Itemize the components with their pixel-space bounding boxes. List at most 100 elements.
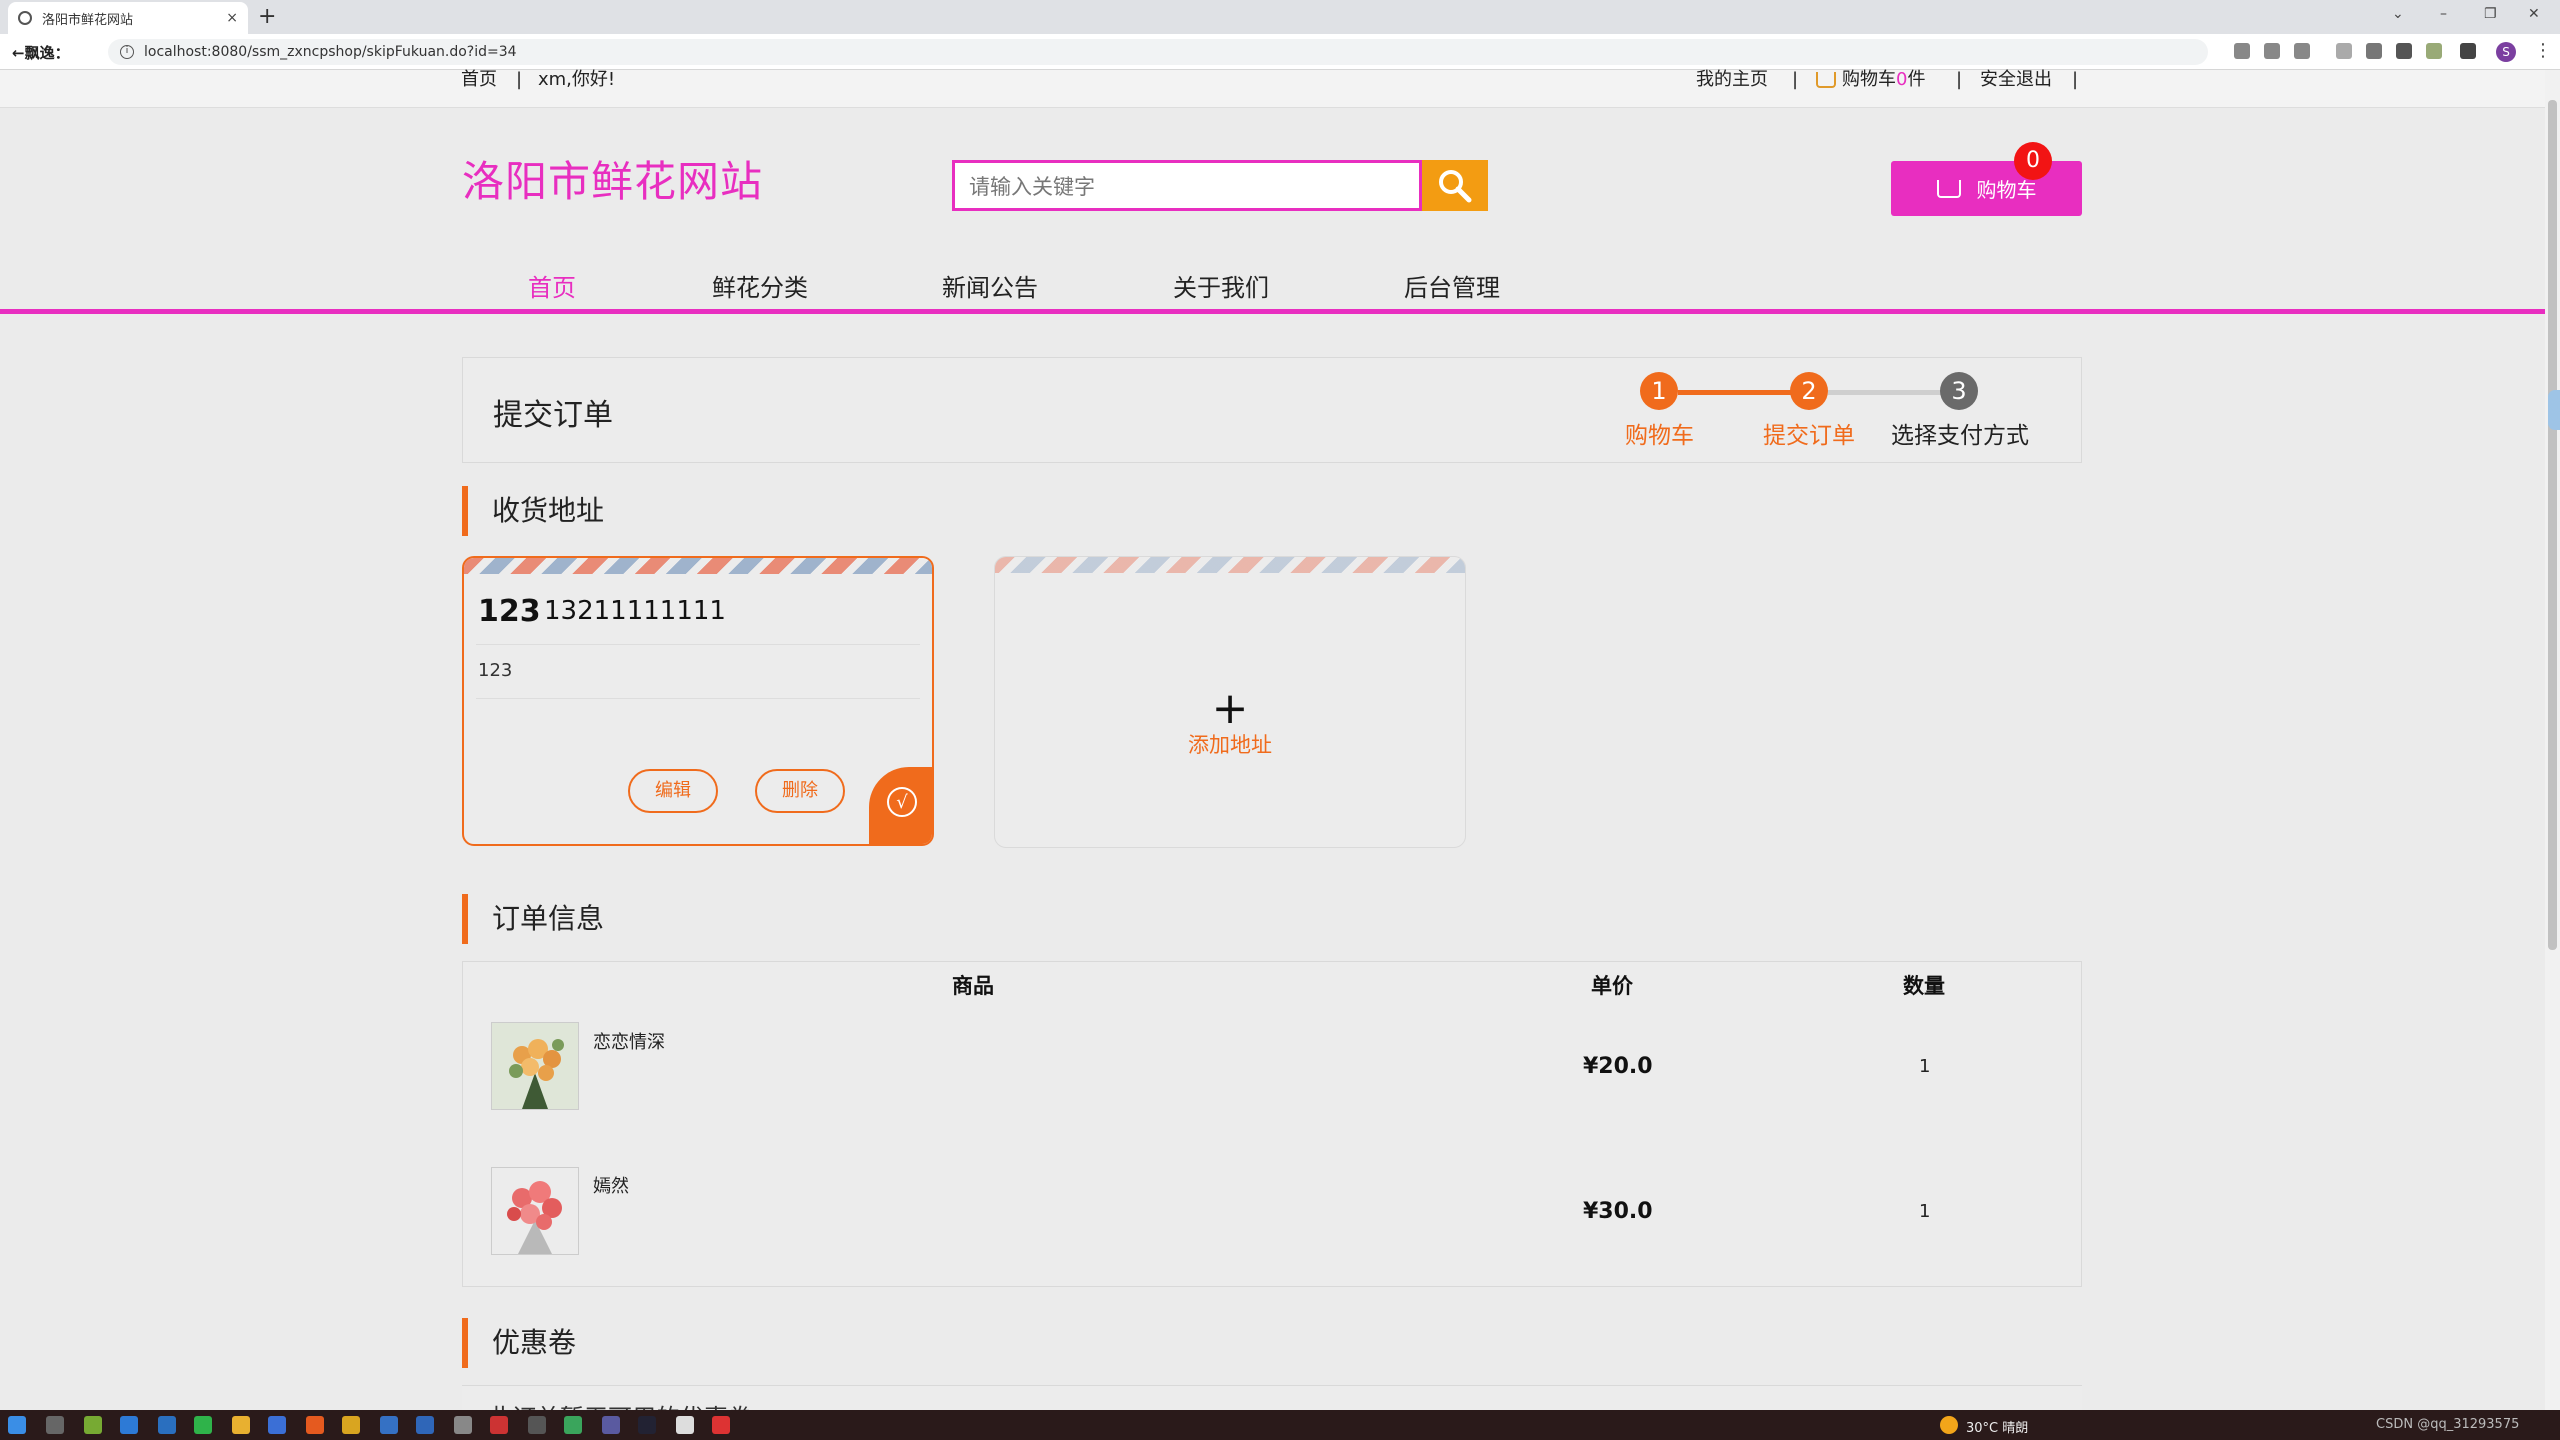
column-header-price: 单价 [1591,974,1633,998]
taskbar-app-icon[interactable] [638,1416,656,1434]
topbar-home-link[interactable]: 首页 [461,70,497,90]
search-button[interactable] [1422,160,1488,211]
zoom-icon[interactable] [2234,43,2250,59]
url-text: localhost:8080/ssm_zxncpshop/skipFukuan.… [144,44,517,60]
chrome-icon[interactable] [232,1416,250,1434]
site-topbar: 首页 | xm,你好! 我的主页 | 购物车0件 | 安全退出 | [0,70,2545,108]
nav-item-news[interactable]: 新闻公告 [942,268,1038,303]
product-price: ¥30.0 [1583,1199,1653,1224]
side-widget-handle[interactable] [2548,390,2560,430]
taskbar-app-icon[interactable] [528,1416,546,1434]
add-address-card[interactable]: + 添加地址 [994,556,1466,848]
order-section-title: 订单信息 [462,894,604,944]
taskbar-app-icon[interactable] [564,1416,582,1434]
column-header-qty: 数量 [1903,974,1945,998]
page-title: 提交订单 [493,398,613,433]
browser-menu-icon[interactable]: ⋮ [2534,40,2552,61]
scrollbar-thumb[interactable] [2548,100,2557,950]
extension-image-icon[interactable] [2426,43,2442,59]
back-button[interactable]: ←飘逸： [12,42,70,63]
file-explorer-icon[interactable] [342,1416,360,1434]
camera-icon[interactable] [2366,43,2382,59]
topbar-separator: | [1956,69,1963,90]
step-1-dot: 1 [1640,372,1678,410]
product-qty: 1 [1919,1201,1931,1222]
step-3-label: 选择支付方式 [1891,423,2029,449]
plus-icon: + [1211,683,1249,734]
add-address-label: 添加地址 [1188,733,1272,757]
step-2-label: 提交订单 [1763,423,1855,449]
site-logo[interactable]: 洛阳市鲜花网站 [462,148,763,209]
weather-text[interactable]: 30°C 晴朗 [1966,1417,2028,1436]
minimize-icon[interactable]: – [2440,6,2447,22]
extension-w-icon[interactable] [2396,43,2412,59]
puzzle-icon[interactable] [2460,43,2476,59]
taskbar-app-icon[interactable] [120,1416,138,1434]
topbar-separator: | [1792,69,1799,90]
product-qty: 1 [1919,1056,1931,1077]
windows-start-icon[interactable] [8,1416,26,1434]
info-icon[interactable]: i [120,45,134,59]
restore-icon[interactable]: ❐ [2484,6,2497,22]
taskbar-app-icon[interactable] [416,1416,434,1434]
taskbar-app-icon[interactable] [84,1416,102,1434]
address-section-title: 收货地址 [462,486,604,536]
share-icon[interactable] [2264,43,2280,59]
product-name[interactable]: 嫣然 [593,1172,629,1198]
product-image[interactable] [491,1167,579,1255]
topbar-my-home-link[interactable]: 我的主页 [1696,70,1768,90]
taskbar-app-icon[interactable] [676,1416,694,1434]
tab-search-icon[interactable]: ⌄ [2392,6,2404,22]
delete-address-button[interactable]: 删除 [755,769,845,813]
order-table: 商品 单价 数量 恋恋情深 ¥20.0 1 嫣然 ¥30.0 1 [462,961,2082,1287]
page-scrollbar[interactable] [2545,70,2560,1410]
topbar-greeting: xm,你好! [538,69,616,90]
taskbar-app-icon[interactable] [306,1416,324,1434]
check-icon: √ [887,787,917,817]
profile-avatar[interactable]: S [2496,42,2516,62]
wechat-icon[interactable] [194,1416,212,1434]
product-image[interactable] [491,1022,579,1110]
nav-item-admin[interactable]: 后台管理 [1404,268,1500,303]
tab-title: 洛阳市鲜花网站 [42,12,134,28]
topbar-cart-count: 0 [1896,69,1908,90]
topbar-cart-prefix: 购物车 [1842,69,1896,90]
nav-item-categories[interactable]: 鲜花分类 [712,268,808,303]
extension-icon[interactable] [2336,43,2352,59]
product-name[interactable]: 恋恋情深 [593,1028,665,1054]
taskbar-search-icon[interactable] [46,1416,64,1434]
address-name: 123 [478,594,541,629]
selected-corner: √ [869,767,932,844]
taskbar-app-icon[interactable] [158,1416,176,1434]
airmail-stripes [464,558,932,574]
taskbar-app-icon[interactable] [454,1416,472,1434]
flower-bouquet-image [492,1168,578,1254]
topbar-logout-link[interactable]: 安全退出 [1980,70,2052,90]
nav-item-home[interactable]: 首页 [528,268,576,303]
new-tab-button[interactable]: + [258,4,276,29]
address-bar[interactable]: i localhost:8080/ssm_zxncpshop/skipFukua… [108,39,2208,65]
topbar-cart-link[interactable]: 购物车0件 [1816,70,1925,90]
cart-icon [1936,179,1961,198]
bookmark-star-icon[interactable] [2294,43,2310,59]
cart-button[interactable]: 购物车 [1891,161,2082,216]
edit-address-button[interactable]: 编辑 [628,769,718,813]
cart-icon [1816,72,1836,88]
airmail-stripes [995,557,1465,573]
browser-tab[interactable]: 洛阳市鲜花网站 × [8,2,248,34]
taskbar-app-icon[interactable] [268,1416,286,1434]
taskbar-app-icon[interactable] [712,1416,730,1434]
window-close-icon[interactable]: ✕ [2528,6,2540,22]
taskbar-app-icon[interactable] [602,1416,620,1434]
address-card-selected[interactable]: 123 13211111111 123 编辑 删除 √ [462,556,934,846]
weather-sun-icon [1940,1416,1958,1434]
address-detail: 123 [478,660,513,681]
tab-close-icon[interactable]: × [226,10,238,26]
taskbar-app-icon[interactable] [490,1416,508,1434]
search-placeholder: 请输入关键字 [969,174,1095,199]
nav-item-about[interactable]: 关于我们 [1173,268,1269,303]
browser-tabbar: 洛阳市鲜花网站 × + ⌄ – ❐ ✕ [0,0,2560,34]
taskbar-app-icon[interactable] [380,1416,398,1434]
search-input[interactable]: 请输入关键字 [952,160,1422,211]
search-icon [1439,169,1472,202]
